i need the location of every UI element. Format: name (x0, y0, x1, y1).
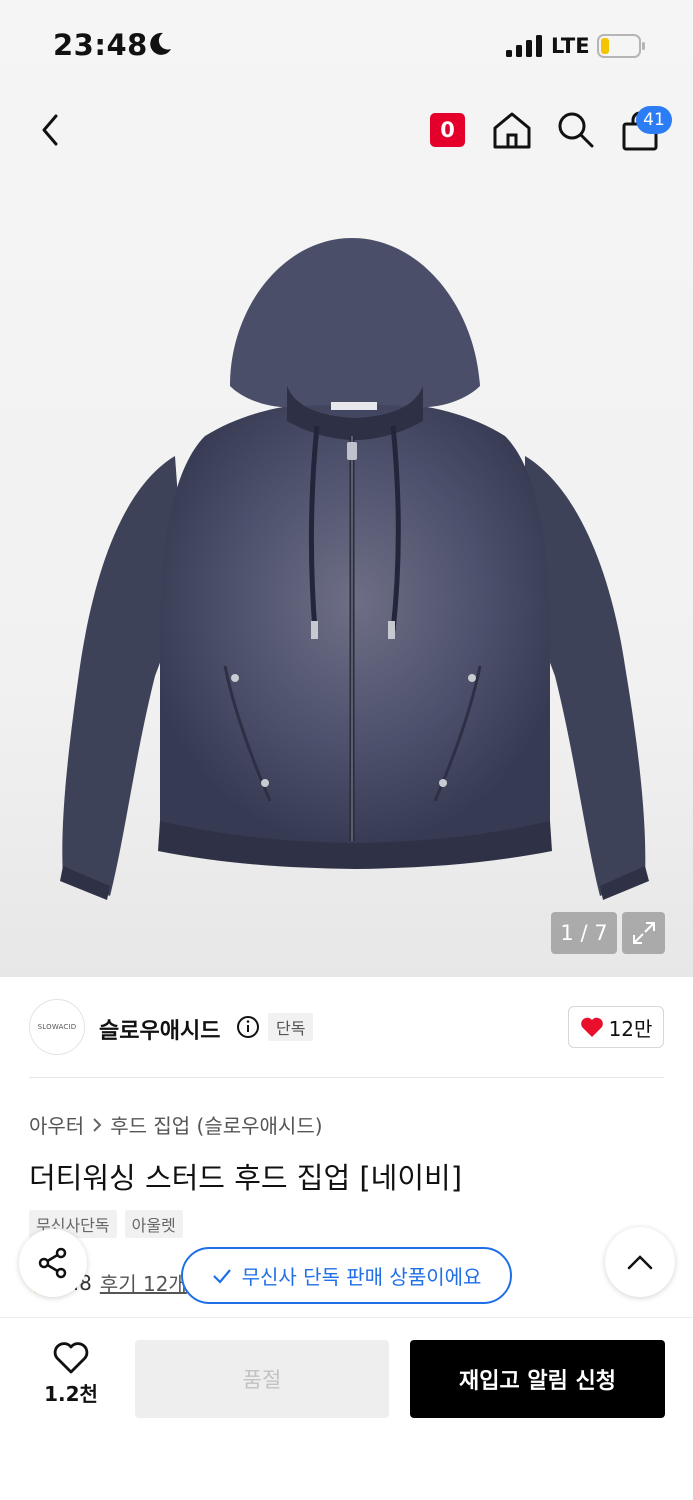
review-link[interactable]: 후기 12개 (100, 1268, 187, 1297)
product-hero: 23:48 LTE 0 41 1 / 7 (0, 0, 693, 977)
expand-image-button[interactable] (622, 912, 665, 954)
check-icon (212, 1268, 231, 1284)
product-title: 더티워싱 스터드 후드 집업 [네이비] (29, 1161, 463, 1195)
wishlist-button[interactable]: 1.2천 (35, 1342, 107, 1418)
heart-filled-icon (580, 1017, 603, 1037)
soldout-button[interactable]: 품절 (135, 1340, 389, 1418)
divider (29, 1077, 664, 1078)
exclusive-toast: 무신사 단독 판매 상품이에요 (181, 1247, 512, 1304)
product-image[interactable] (55, 236, 655, 900)
info-icon[interactable] (236, 1015, 260, 1039)
product-tag: 아울렛 (124, 1210, 183, 1238)
breadcrumb-category[interactable]: 아우터 (29, 1110, 84, 1139)
brand-logo[interactable]: SLOWACID (29, 999, 85, 1055)
notification-badge-button[interactable]: 0 (430, 113, 465, 147)
status-bar: 23:48 LTE (0, 0, 693, 92)
breadcrumb: 아우터 후드 집업 (슬로우애시드) (29, 1110, 323, 1139)
image-pager: 1 / 7 (551, 912, 617, 954)
signal-icon (506, 35, 542, 57)
share-icon (38, 1247, 67, 1279)
breadcrumb-subcategory[interactable]: 후드 집업 (슬로우애시드) (110, 1110, 322, 1139)
brand-like-button[interactable]: 12만 (568, 1006, 664, 1048)
status-time: 23:48 (53, 28, 148, 62)
search-icon[interactable] (556, 110, 596, 150)
heart-outline-icon (53, 1342, 89, 1374)
brand-like-count: 12만 (608, 1016, 653, 1041)
exclusive-tag: 단독 (268, 1013, 314, 1041)
scroll-top-button[interactable] (605, 1227, 675, 1297)
restock-alert-button[interactable]: 재입고 알림 신청 (410, 1340, 665, 1418)
cart-count-badge: 41 (636, 106, 672, 134)
toast-message: 무신사 단독 판매 상품이에요 (241, 1265, 482, 1289)
top-nav: 0 (0, 96, 693, 166)
home-icon[interactable] (491, 110, 533, 150)
back-arrow-icon[interactable] (34, 110, 70, 150)
moon-icon (150, 32, 171, 55)
wishlist-count: 1.2천 (44, 1382, 98, 1406)
chevron-right-icon (93, 1117, 102, 1132)
battery-icon (597, 34, 645, 58)
expand-icon (632, 922, 655, 944)
brand-name-link[interactable]: 슬로우애시드 (99, 1013, 220, 1045)
chevron-up-icon (627, 1255, 653, 1270)
network-label: LTE (551, 34, 590, 58)
share-button[interactable] (19, 1229, 87, 1297)
